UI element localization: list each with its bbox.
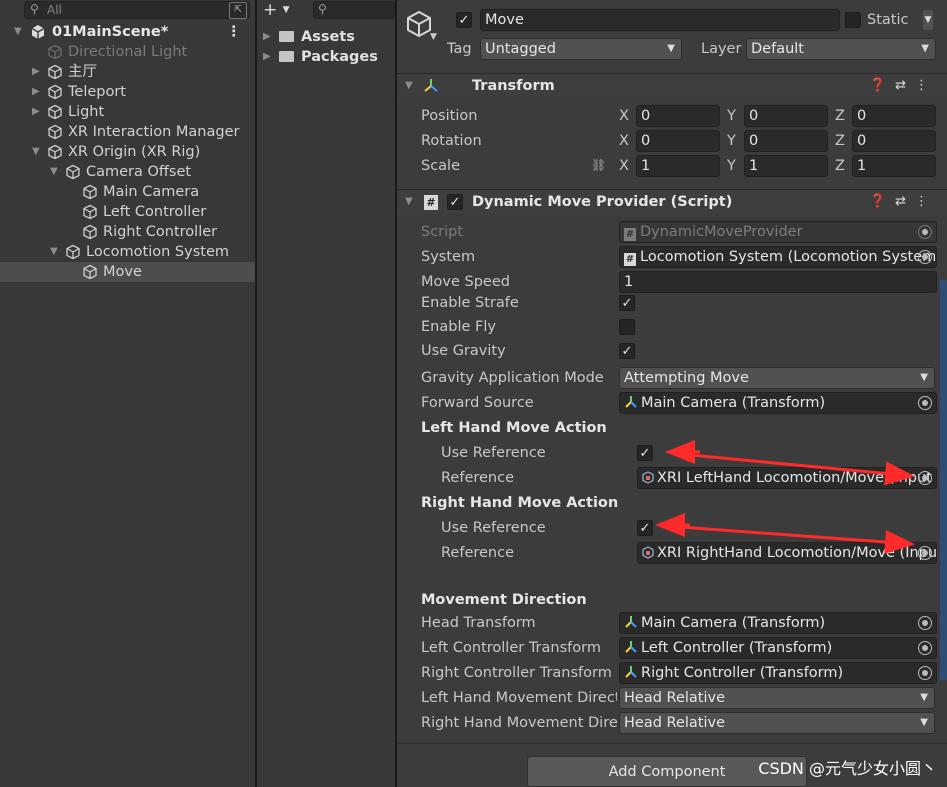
watermark: CSDN @元气少女小圆丶 [758,759,937,778]
annotation-arrow [679,525,915,554]
annotation-arrow [689,453,915,486]
annotation-arrows [655,440,915,554]
